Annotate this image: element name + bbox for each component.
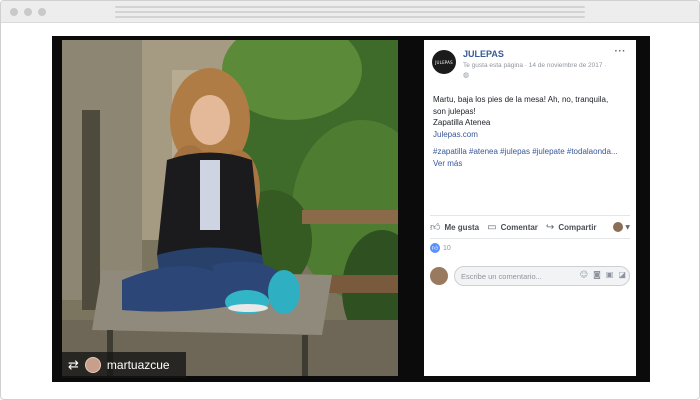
window-close-dot[interactable] (10, 8, 18, 16)
emoji-icon[interactable]: ☺ (580, 270, 588, 279)
post-meta: Te gusta esta página · 14 de noviembre d… (463, 62, 607, 69)
photo-illustration (62, 40, 398, 376)
post-photo[interactable] (62, 40, 398, 376)
post-text-line: son julepas! (433, 106, 476, 116)
commenter-avatar (430, 267, 448, 285)
browser-toolbar (1, 1, 699, 23)
repost-badge[interactable]: ⇄ martuazcue (62, 352, 186, 378)
reaction-summary[interactable]: 👍︎ 10 (430, 243, 451, 253)
post-text: Martu, baja los pies de la mesa! Ah, no,… (433, 94, 629, 140)
address-bar[interactable] (115, 6, 585, 18)
like-reaction-icon: 👍︎ (430, 243, 440, 253)
share-label: Compartir (558, 222, 597, 232)
gif-icon[interactable]: ▣ (606, 270, 614, 279)
comment-composer: ☺ ◙ ▣ ◪ (430, 265, 630, 287)
repost-icon: ⇄ (68, 357, 79, 373)
comment-icon: ▭ (487, 221, 497, 233)
window-maximize-dot[interactable] (38, 8, 46, 16)
post-as-selector[interactable]: ▼ (613, 222, 630, 232)
page-name-link[interactable]: JULEPAS (463, 49, 504, 59)
post-panel: JULEPAS JULEPAS Te gusta esta página · 1… (424, 40, 636, 376)
chevron-down-icon: ▼ (625, 223, 630, 231)
post-header: JULEPAS JULEPAS Te gusta esta página · 1… (432, 46, 628, 82)
post-text-line: Zapatilla Atenea (433, 118, 491, 127)
website-link[interactable]: Julepas.com (433, 129, 629, 141)
like-button[interactable]: 👍︎ Me gusta (430, 221, 479, 233)
like-count: 10 (443, 244, 451, 252)
globe-icon: ◍ (463, 71, 470, 79)
more-options-icon[interactable]: ··· (615, 46, 627, 57)
window-minimize-dot[interactable] (24, 8, 32, 16)
like-label: Me gusta (444, 222, 480, 232)
comment-button[interactable]: ▭ Comentar (487, 222, 538, 233)
repost-avatar (84, 357, 101, 373)
post-text-line: Martu, baja los pies de la mesa! Ah, no,… (433, 95, 609, 104)
user-avatar (613, 222, 624, 232)
see-more-link[interactable]: Ver más (433, 158, 633, 170)
comment-label: Comentar (500, 222, 538, 232)
thumbs-up-icon: 👍︎ (430, 222, 441, 233)
hashtag-links[interactable]: #zapatilla #atenea #julepas #julepate #t… (433, 146, 633, 158)
share-icon: ↪ (545, 221, 555, 233)
post-actions: 👍︎ Me gusta ▭ Comentar ↪ Compartir ▼ (430, 215, 630, 239)
repost-username: martuazcue (106, 358, 170, 372)
hashtags: #zapatilla #atenea #julepas #julepate #t… (433, 146, 633, 169)
share-button[interactable]: ↪ Compartir (546, 222, 597, 233)
camera-icon[interactable]: ◙ (593, 270, 601, 279)
comment-tools: ☺ ◙ ▣ ◪ (580, 270, 626, 279)
sticker-icon[interactable]: ◪ (618, 270, 626, 279)
page-avatar[interactable]: JULEPAS (432, 50, 456, 74)
page-logo: JULEPAS (435, 59, 453, 65)
